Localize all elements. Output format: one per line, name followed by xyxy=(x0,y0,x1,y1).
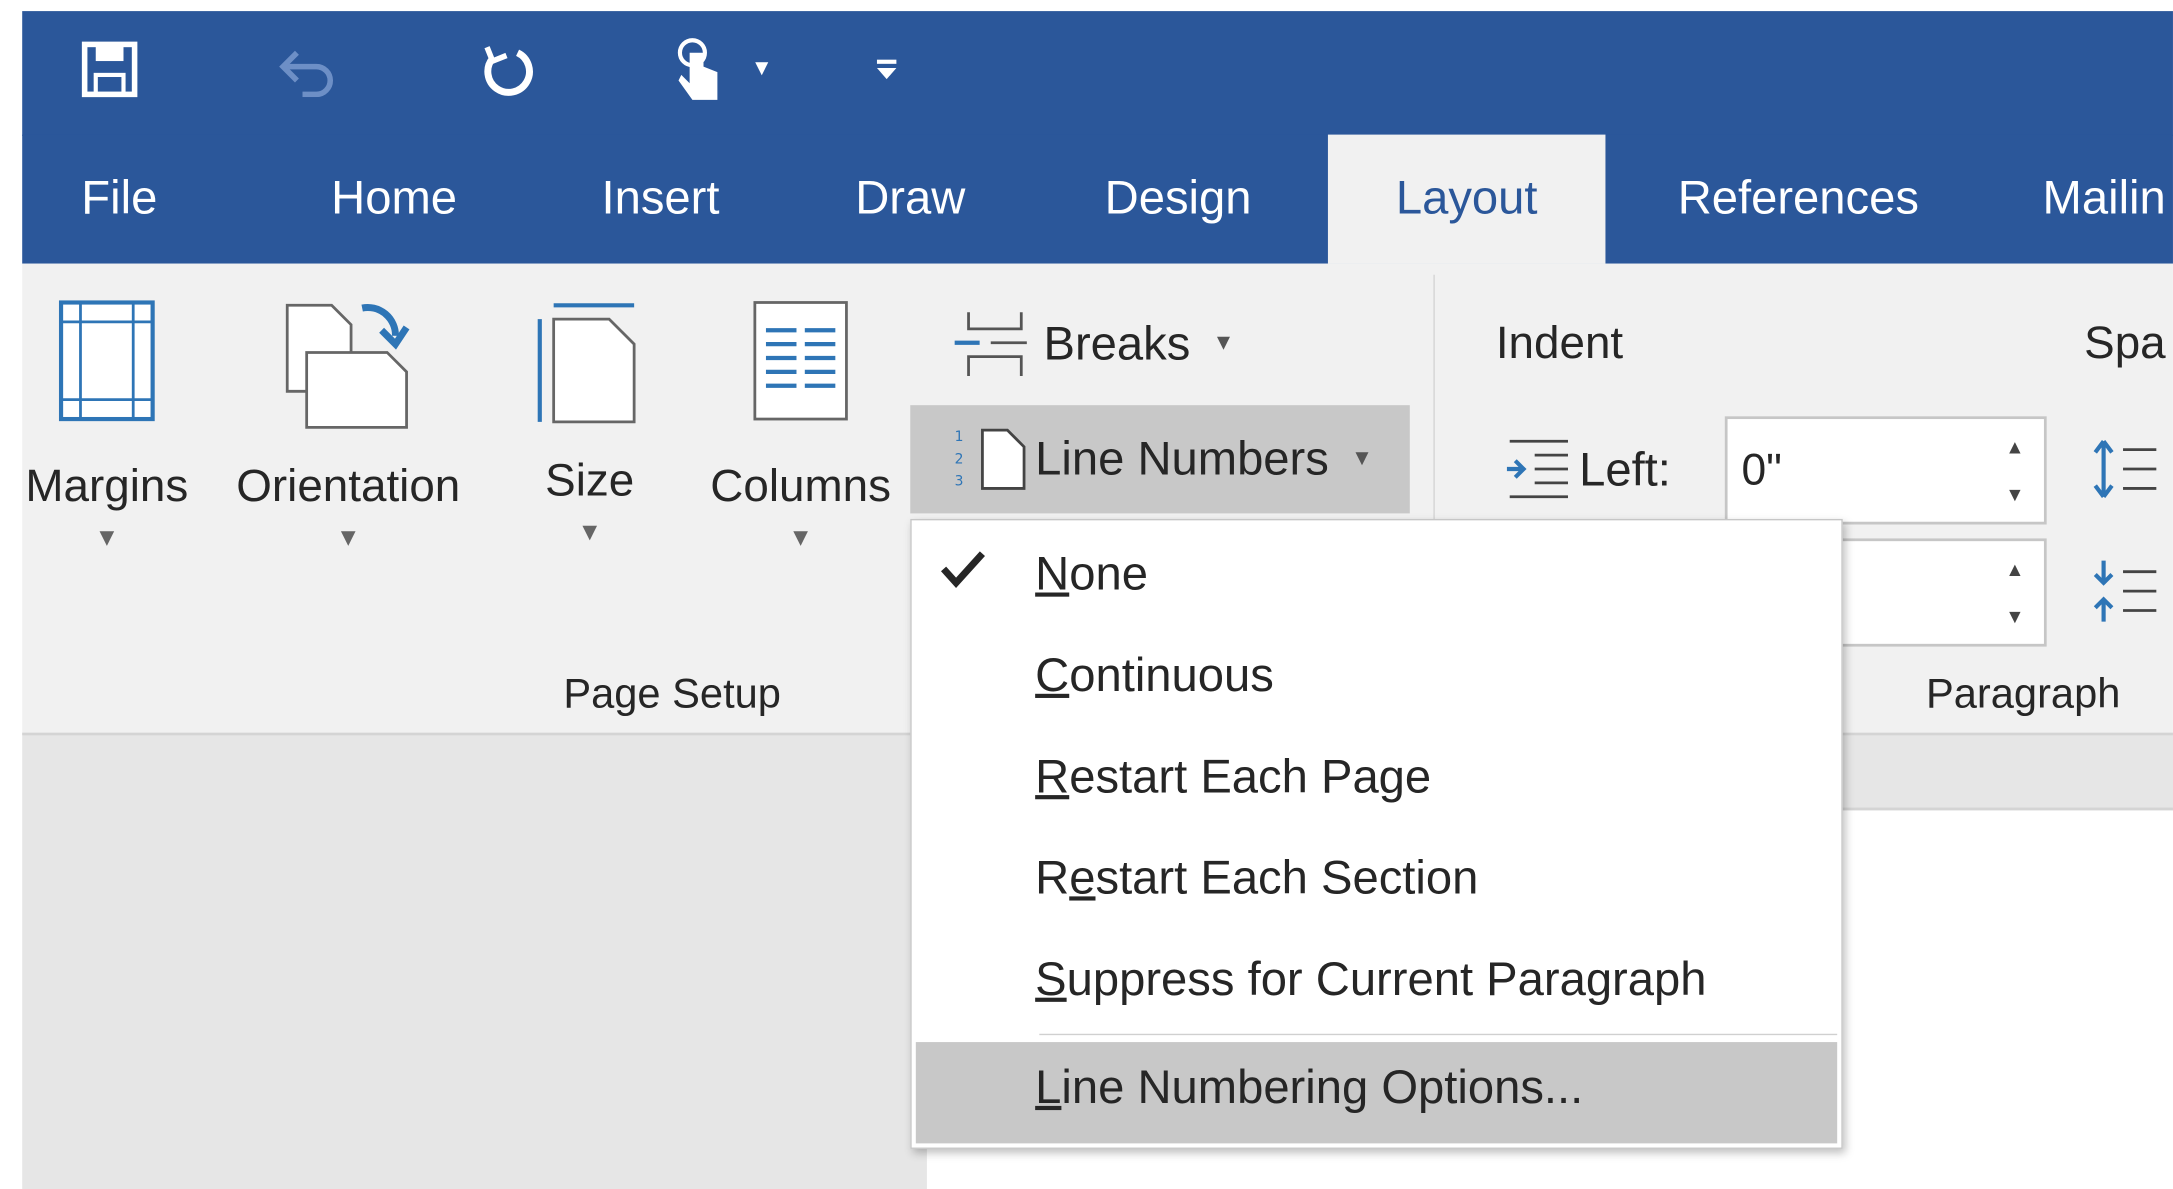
page-setup-group-label: Page Setup xyxy=(563,671,781,718)
menu-item-continuous[interactable]: Continuous xyxy=(912,630,1842,731)
indent-left-value: 0" xyxy=(1741,444,1782,494)
document-background xyxy=(22,735,927,1189)
menu-item-none[interactable]: None xyxy=(912,529,1842,630)
menu-item-restart-each-section[interactable]: Restart Each Section xyxy=(912,833,1842,934)
checkmark-icon xyxy=(939,548,986,602)
save-icon[interactable] xyxy=(75,31,144,109)
touch-mode-icon[interactable] xyxy=(663,31,732,109)
columns-icon xyxy=(753,301,848,421)
chevron-down-icon: ▼ xyxy=(335,523,361,551)
chevron-down-icon: ▼ xyxy=(788,523,814,551)
tab-design[interactable]: Design xyxy=(1088,135,1268,264)
line-numbers-icon: 1 2 3 xyxy=(955,428,1026,490)
indent-left-input[interactable]: 0" ▲ ▼ xyxy=(1724,416,2047,525)
svg-text:1: 1 xyxy=(955,429,964,445)
chevron-down-icon: ▼ xyxy=(577,517,603,546)
menu-item-suppress-for-current-paragraph[interactable]: Suppress for Current Paragraph xyxy=(912,934,1842,1035)
tab-file[interactable]: File xyxy=(64,135,175,264)
paragraph-group-label: Paragraph xyxy=(1925,671,2121,718)
spin-down-icon[interactable]: ▼ xyxy=(2005,605,2024,627)
size-label: Size xyxy=(545,453,635,506)
menu-divider xyxy=(1039,1033,1838,1036)
chevron-down-icon: ▼ xyxy=(94,523,120,551)
margins-label: Margins xyxy=(25,459,189,511)
line-numbers-button[interactable]: 1 2 3 Line Numbers ▼ xyxy=(910,405,1410,514)
menu-item-restart-each-page[interactable]: Restart Each Page xyxy=(912,731,1842,832)
indent-left-label: Left: xyxy=(1579,444,1671,497)
size-icon xyxy=(537,303,636,424)
line-numbers-label: Line Numbers xyxy=(1035,432,1329,485)
spacing-before-icon xyxy=(2090,436,2159,510)
chevron-down-icon: ▼ xyxy=(1351,446,1374,471)
ribbon-tabs: File Home Insert Draw Design Layout Refe… xyxy=(22,134,2173,264)
dropdown-arrow-icon[interactable]: ▼ xyxy=(741,31,783,109)
indent-title: Indent xyxy=(1495,316,1624,368)
orientation-button[interactable]: Orientation ▼ xyxy=(216,300,480,553)
tab-home[interactable]: Home xyxy=(311,135,478,264)
size-button[interactable]: Size ▼ xyxy=(513,300,666,547)
menu-item-line-numbering-options[interactable]: Line Numbering Options... xyxy=(915,1042,1838,1144)
svg-text:2: 2 xyxy=(955,451,964,467)
redo-icon[interactable] xyxy=(472,31,541,109)
quick-access-toolbar: ▼ xyxy=(22,11,2173,136)
margins-button[interactable]: Margins ▼ xyxy=(17,300,197,553)
svg-text:3: 3 xyxy=(955,474,964,490)
spacing-title: Spa xyxy=(2084,316,2166,368)
breaks-label: Breaks xyxy=(1043,317,1191,370)
tab-insert[interactable]: Insert xyxy=(584,135,737,264)
spin-up-icon[interactable]: ▲ xyxy=(2005,436,2024,458)
indent-left-icon xyxy=(1504,436,1571,507)
word-window: ▼ File Home Insert Draw Design Layout Re… xyxy=(0,0,2173,1189)
customize-qat-icon[interactable] xyxy=(866,31,908,109)
chevron-down-icon: ▼ xyxy=(1212,331,1235,356)
tab-layout[interactable]: Layout xyxy=(1327,134,1606,264)
tab-draw[interactable]: Draw xyxy=(841,135,980,264)
tab-mailings[interactable]: Mailin xyxy=(2043,135,2173,264)
breaks-button[interactable]: Breaks ▼ xyxy=(952,305,1235,383)
spin-down-icon[interactable]: ▼ xyxy=(2005,483,2024,505)
undo-icon[interactable] xyxy=(272,31,341,109)
margins-icon xyxy=(58,300,155,422)
columns-label: Columns xyxy=(710,459,891,511)
document-background xyxy=(1839,735,2173,811)
breaks-icon xyxy=(954,312,1027,377)
line-numbers-menu: None Continuous Restart Each Page Restar… xyxy=(910,518,1843,1149)
tab-references[interactable]: References xyxy=(1660,135,1938,264)
orientation-icon xyxy=(285,303,410,429)
spacing-after-icon xyxy=(2090,558,2159,632)
columns-button[interactable]: Columns ▼ xyxy=(697,300,905,553)
spin-up-icon[interactable]: ▲ xyxy=(2005,558,2024,580)
orientation-label: Orientation xyxy=(236,459,461,511)
